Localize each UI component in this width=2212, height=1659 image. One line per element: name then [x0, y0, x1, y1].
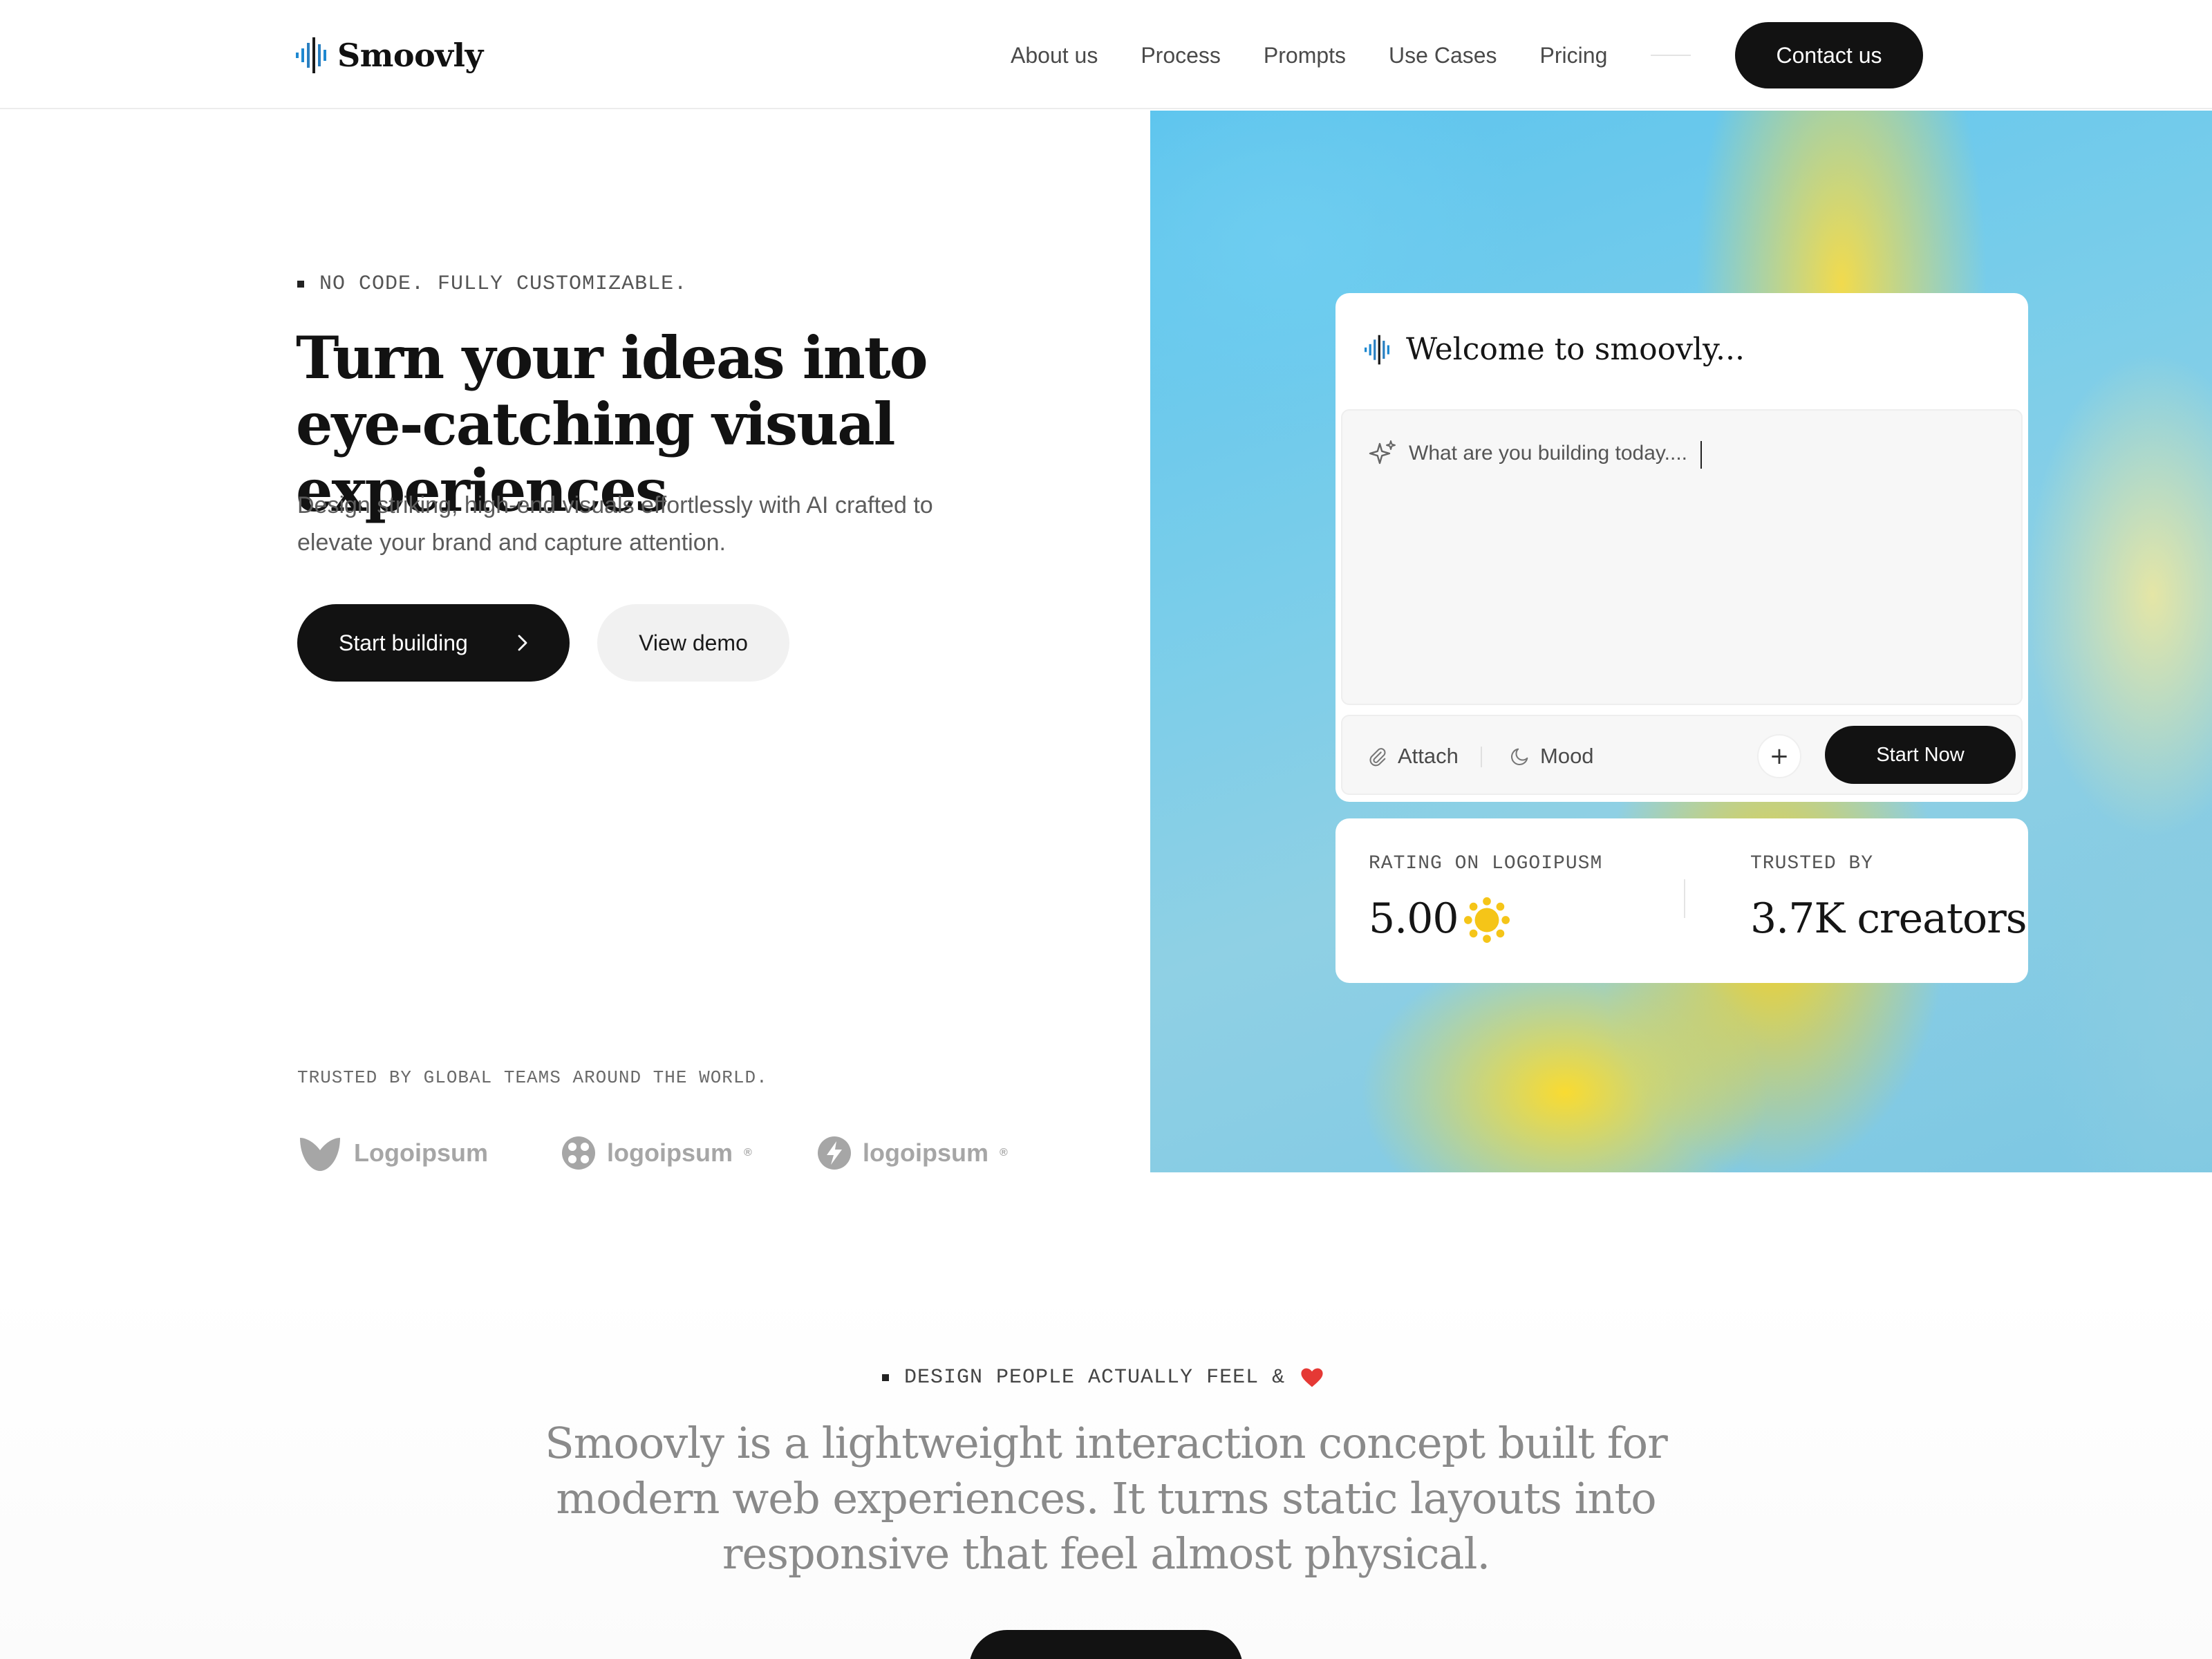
- brand-name: Smoovly: [337, 37, 483, 74]
- welcome-text: Welcome to smoovly...: [1406, 332, 1745, 367]
- start-building-label: Start building: [339, 630, 468, 655]
- about-section-button[interactable]: [969, 1630, 1243, 1659]
- about-eyebrow-text: DESIGN PEOPLE ACTUALLY FEEL &: [904, 1366, 1286, 1389]
- site-header: Smoovly About us Process Prompts Use Cas…: [0, 0, 2212, 109]
- sound-wave-icon: [296, 37, 326, 73]
- trusted-by-stat-value: 3.7K creators: [1750, 894, 2027, 943]
- heart-icon: [1301, 1368, 1323, 1387]
- rating-label: RATING ON LOGOIPUSM: [1369, 853, 1603, 874]
- paperclip-icon: [1369, 748, 1386, 767]
- partner-name-1: Logoipsum: [354, 1138, 488, 1167]
- bullet-square: [882, 1374, 889, 1381]
- sound-wave-icon: [1365, 335, 1389, 364]
- partner-name-3: logoipsum: [863, 1138, 988, 1167]
- partner-logo-2: logoipsum ®: [561, 1131, 752, 1175]
- circle-dots-logo-icon: [562, 1136, 595, 1170]
- sparkle-icon: [1369, 440, 1396, 465]
- mood-button[interactable]: Mood: [1510, 737, 1594, 776]
- view-demo-label: View demo: [639, 630, 748, 655]
- nav-prompts[interactable]: Prompts: [1264, 43, 1346, 68]
- toolbar-divider: [1481, 747, 1482, 767]
- about-statement: Smoovly is a lightweight interaction con…: [545, 1418, 1667, 1579]
- stats-divider: [1684, 879, 1685, 918]
- prompt-toolbar: Attach Mood + Start Now: [1341, 715, 2023, 795]
- attach-button[interactable]: Attach: [1367, 737, 1459, 776]
- add-button[interactable]: +: [1757, 734, 1801, 778]
- chevron-right-icon: [518, 635, 527, 651]
- nav-pricing[interactable]: Pricing: [1540, 43, 1608, 68]
- nav-process[interactable]: Process: [1141, 43, 1221, 68]
- hero-subtitle: Design striking, high-end visuals effort…: [297, 492, 933, 556]
- hero-eyebrow: NO CODE. FULLY CUSTOMIZABLE.: [297, 272, 687, 296]
- prompt-area[interactable]: [1341, 409, 2023, 705]
- sun-icon: [1464, 897, 1510, 943]
- bolt-circle-logo-icon: [818, 1136, 851, 1170]
- mood-label: Mood: [1540, 744, 1594, 768]
- partner-logo-3: logoipsum ®: [817, 1131, 1008, 1175]
- prompt-card: Welcome to smoovly... Attach Mood + Star…: [1335, 293, 2028, 802]
- heart-shape-logo-icon: [300, 1138, 340, 1171]
- main-nav: About us Process Prompts Use Cases Prici…: [1011, 39, 1607, 72]
- partner-logo-1: Logoipsum: [297, 1131, 488, 1175]
- hero-eyebrow-text: NO CODE. FULLY CUSTOMIZABLE.: [319, 272, 688, 296]
- text-caret: [1700, 441, 1702, 469]
- nav-divider: [1651, 55, 1691, 56]
- view-demo-button[interactable]: View demo: [597, 604, 789, 682]
- prompt-card-header: Welcome to smoovly...: [1365, 332, 1745, 367]
- nav-use-cases[interactable]: Use Cases: [1389, 43, 1497, 68]
- start-building-button[interactable]: Start building: [297, 604, 570, 682]
- about-eyebrow: DESIGN PEOPLE ACTUALLY FEEL &: [882, 1366, 1324, 1389]
- stats-card: RATING ON LOGOIPUSM 5.00 TRUSTED BY 3.7K…: [1335, 818, 2028, 983]
- bullet-square: [297, 281, 304, 288]
- nav-about-us[interactable]: About us: [1011, 43, 1098, 68]
- brand-logo[interactable]: Smoovly: [296, 33, 483, 77]
- contact-us-button[interactable]: Contact us: [1735, 22, 1923, 88]
- prompt-input[interactable]: [1409, 435, 1976, 471]
- partner-name-2: logoipsum: [607, 1138, 733, 1167]
- moon-icon: [1510, 748, 1528, 766]
- trusted-by-label: TRUSTED BY GLOBAL TEAMS AROUND THE WORLD…: [297, 1067, 768, 1088]
- rating-value: 5.00: [1369, 894, 1459, 943]
- attach-label: Attach: [1398, 744, 1459, 768]
- trusted-by-stat-label: TRUSTED BY: [1750, 853, 1874, 874]
- start-now-button[interactable]: Start Now: [1825, 726, 2016, 784]
